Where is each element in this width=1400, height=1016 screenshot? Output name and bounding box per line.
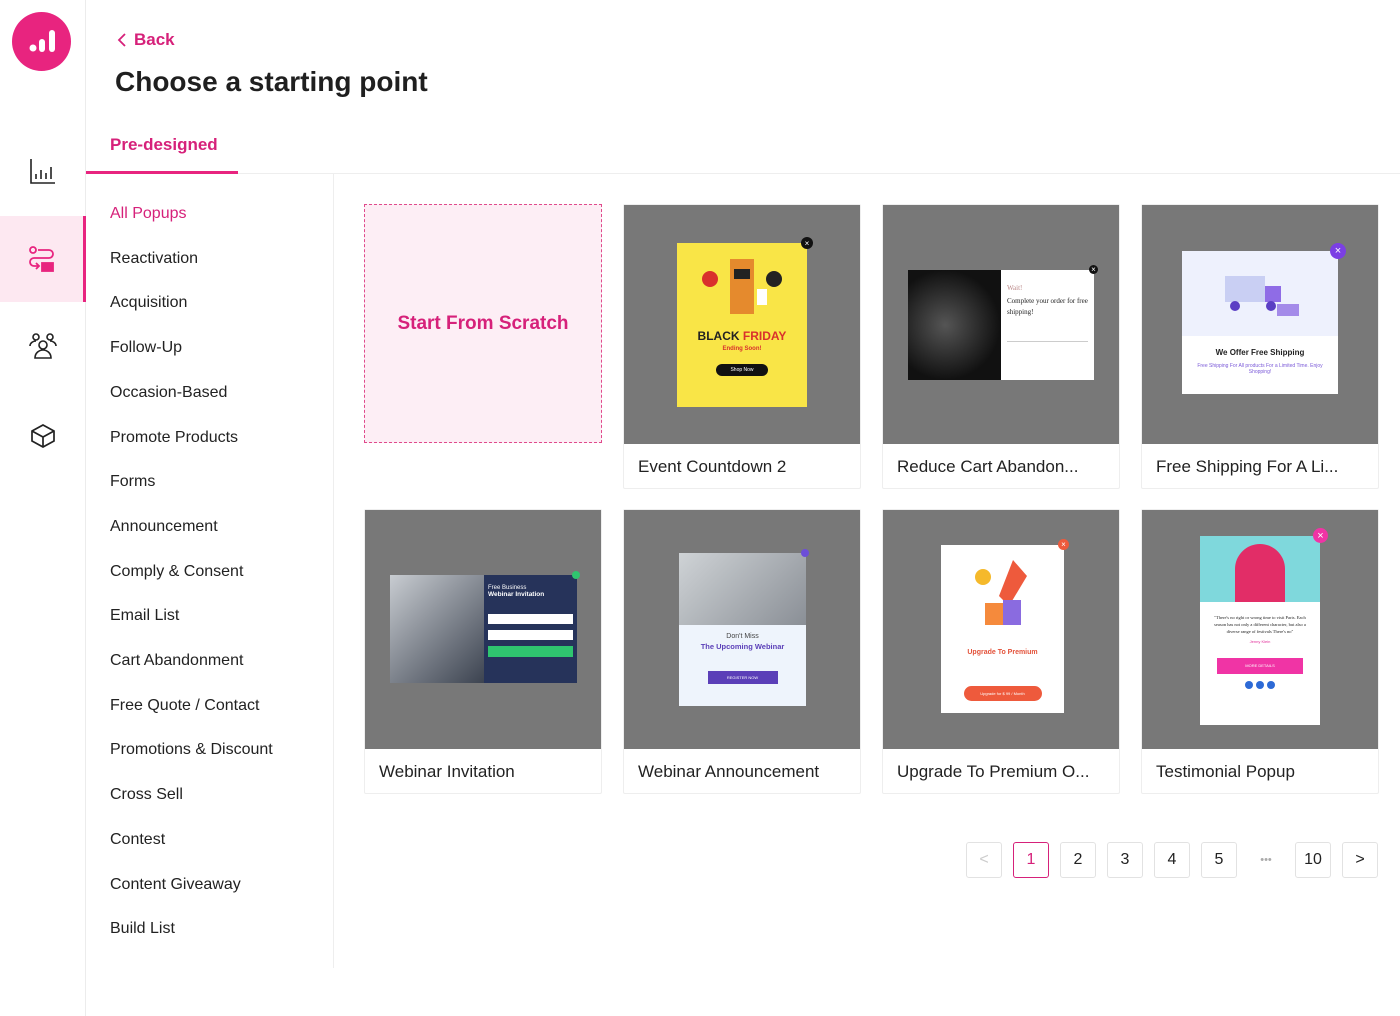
- close-icon: ×: [801, 237, 813, 249]
- thumb-button: MORE DETAILS: [1217, 657, 1303, 674]
- template-name: Reduce Cart Abandon...: [897, 457, 1079, 476]
- box-icon: [31, 424, 55, 448]
- thumb-button: Upgrade for $ 99 / Month: [963, 686, 1042, 701]
- category-item[interactable]: Forms: [110, 473, 155, 491]
- template-card-free-shipping[interactable]: We Offer Free Shipping Free Shipping For…: [1141, 204, 1379, 489]
- thumb-button: Shop Now: [716, 364, 768, 376]
- template-card-upgrade-premium[interactable]: Upgrade To Premium Upgrade for $ 99 / Mo…: [882, 509, 1120, 794]
- category-item[interactable]: Cross Sell: [110, 786, 183, 804]
- category-item[interactable]: Reactivation: [110, 250, 198, 268]
- back-link[interactable]: Back: [116, 30, 175, 50]
- twitter-icon: [1256, 680, 1264, 689]
- template-card-webinar-invitation[interactable]: Free Business Webinar Invitation Webinar…: [364, 509, 602, 794]
- category-item[interactable]: Contest: [110, 831, 165, 849]
- nav-templates[interactable]: [0, 393, 86, 479]
- close-icon: [572, 571, 580, 579]
- nav-analytics[interactable]: [0, 128, 86, 214]
- category-item[interactable]: Acquisition: [110, 294, 187, 312]
- template-thumbnail: We Offer Free Shipping Free Shipping For…: [1142, 205, 1378, 444]
- campaign-flow-icon: [28, 246, 54, 272]
- template-thumbnail: "There's no right or wrong time to visit…: [1142, 510, 1378, 749]
- template-thumbnail: Free Business Webinar Invitation: [365, 510, 601, 749]
- thumb-text: We Offer Free Shipping: [1215, 348, 1305, 357]
- template-thumbnail: Wait! Complete your order for free shipp…: [883, 205, 1119, 444]
- category-item[interactable]: Follow-Up: [110, 339, 182, 357]
- category-item[interactable]: Cart Abandonment: [110, 652, 243, 670]
- thumb-text: Upgrade To Premium: [967, 649, 1038, 656]
- pagination-page-10[interactable]: 10: [1295, 842, 1331, 878]
- thumb-text: Don't Miss: [726, 633, 759, 640]
- app-logo[interactable]: [12, 12, 71, 71]
- template-name: Event Countdown 2: [638, 457, 787, 476]
- thumb-button: REGISTER NOW: [707, 671, 778, 684]
- template-thumbnail: Don't Miss The Upcoming Webinar REGISTER…: [624, 510, 860, 749]
- thumb-text: Wait!: [1007, 284, 1023, 292]
- nav-audience[interactable]: [0, 303, 86, 389]
- thumb-text: Webinar Invitation: [488, 591, 545, 598]
- pagination-next-button[interactable]: >: [1342, 842, 1378, 878]
- category-list: All Popups Reactivation Acquisition Follow-…: [86, 174, 334, 968]
- pagination-page-4[interactable]: 4: [1154, 842, 1190, 878]
- pagination-page-2[interactable]: 2: [1060, 842, 1096, 878]
- category-item[interactable]: Occasion-Based: [110, 384, 227, 402]
- category-item[interactable]: Content Giveaway: [110, 876, 241, 894]
- category-item[interactable]: Promote Products: [110, 429, 238, 447]
- template-thumbnail: Upgrade To Premium Upgrade for $ 99 / Mo…: [883, 510, 1119, 749]
- category-item[interactable]: Build List: [110, 920, 175, 938]
- thumb-text: Ending Soon!: [722, 346, 762, 352]
- close-icon: ×: [1313, 528, 1328, 543]
- pagination-page-5[interactable]: 5: [1201, 842, 1237, 878]
- category-item[interactable]: All Popups: [110, 205, 187, 223]
- tab-bar: Pre-designed: [86, 120, 1400, 174]
- start-from-scratch-button[interactable]: Start From Scratch: [364, 204, 602, 443]
- thumb-text: Complete your order for free shipping!: [1007, 297, 1088, 316]
- thumb-text: "There's no right or wrong time to visit…: [1214, 615, 1306, 635]
- close-icon: [801, 549, 809, 557]
- pagination-page-3[interactable]: 3: [1107, 842, 1143, 878]
- instagram-icon: [1267, 680, 1275, 689]
- back-label: Back: [134, 30, 175, 49]
- pagination-ellipsis[interactable]: •••: [1248, 842, 1284, 878]
- template-name: Webinar Invitation: [379, 762, 515, 781]
- template-card-testimonial[interactable]: "There's no right or wrong time to visit…: [1141, 509, 1379, 794]
- category-item[interactable]: Email List: [110, 607, 179, 625]
- pagination-page-1[interactable]: 1: [1013, 842, 1049, 878]
- template-name: Upgrade To Premium O...: [897, 762, 1090, 781]
- thumb-text: The Upcoming Webinar: [700, 642, 785, 651]
- chevron-left-icon: [117, 33, 126, 47]
- pagination-prev-button[interactable]: <: [966, 842, 1002, 878]
- template-thumbnail: BLACK FRIDAY Ending Soon! Shop Now ×: [624, 205, 860, 444]
- thumb-text: Free Shipping For All products For a Lim…: [1197, 363, 1323, 375]
- close-icon: ×: [1330, 243, 1346, 259]
- audience-icon: [29, 333, 57, 359]
- thumb-text: FRIDAY: [742, 329, 787, 343]
- template-name: Free Shipping For A Li...: [1156, 457, 1339, 476]
- category-item[interactable]: Comply & Consent: [110, 563, 243, 581]
- facebook-icon: [1245, 680, 1253, 689]
- thumb-text: BLACK: [697, 329, 740, 343]
- category-item[interactable]: Promotions & Discount: [110, 741, 273, 759]
- template-card-event-countdown[interactable]: BLACK FRIDAY Ending Soon! Shop Now × Eve…: [623, 204, 861, 489]
- template-card-reduce-cart-abandonment[interactable]: Wait! Complete your order for free shipp…: [882, 204, 1120, 489]
- analytics-icon: [30, 159, 55, 184]
- sidebar-rail: [0, 0, 86, 1016]
- tab-pre-designed[interactable]: Pre-designed: [86, 120, 238, 174]
- nav-campaigns[interactable]: [0, 216, 86, 302]
- template-name: Testimonial Popup: [1156, 762, 1295, 781]
- category-item[interactable]: Announcement: [110, 518, 218, 536]
- close-icon: ×: [1058, 539, 1069, 550]
- page-title: Choose a starting point: [115, 66, 428, 97]
- template-card-webinar-announcement[interactable]: Don't Miss The Upcoming Webinar REGISTER…: [623, 509, 861, 794]
- category-item[interactable]: Free Quote / Contact: [110, 697, 259, 715]
- close-icon: ×: [1089, 265, 1098, 274]
- thumb-text: Jenny Klein: [1249, 638, 1271, 644]
- template-name: Webinar Announcement: [638, 762, 820, 781]
